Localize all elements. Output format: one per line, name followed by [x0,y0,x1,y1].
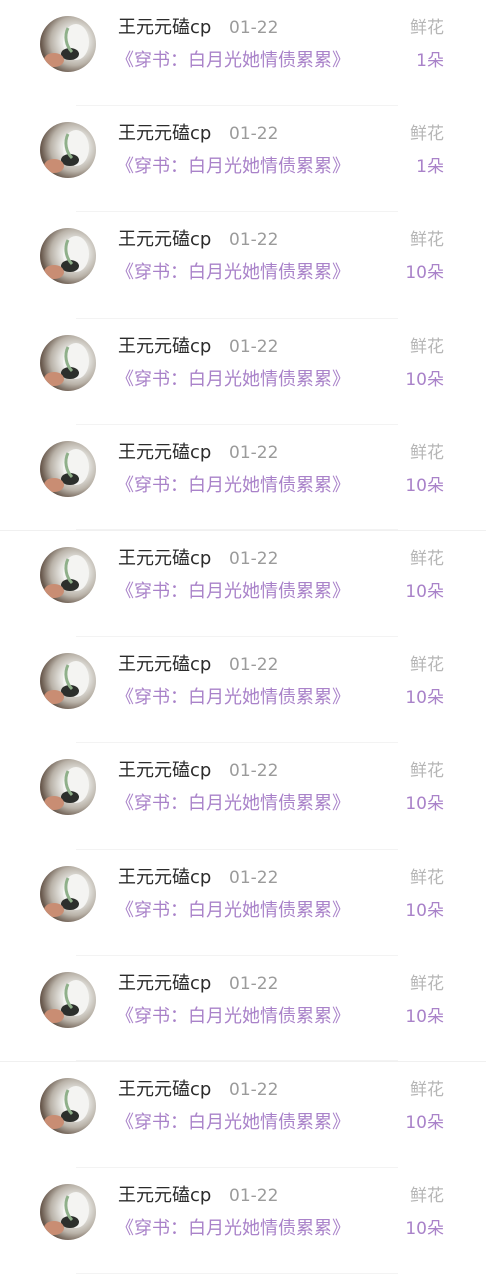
avatar[interactable] [40,971,96,1028]
gift-date: 01-22 [229,655,279,676]
avatar[interactable] [40,228,96,285]
gift-count: 10朵 [405,900,444,921]
gift-type-label: 鲜花 [410,867,444,888]
user-name: 王元元磕cp [118,972,212,994]
list-item[interactable]: 王元元磕cp 01-22 鲜花 《穿书：白月光她情债累累》 1朵 [0,106,486,213]
book-title-link[interactable]: 《穿书：白月光她情债累累》 [116,1005,350,1029]
book-title-link[interactable]: 《穿书：白月光她情债累累》 [116,899,350,923]
list-item[interactable]: 王元元磕cp 01-22 鲜花 《穿书：白月光她情债累累》 10朵 [0,425,486,531]
gift-count: 10朵 [405,688,444,709]
row-divider [76,1059,398,1061]
list-item[interactable]: 王元元磕cp 01-22 鲜花 《穿书：白月光她情债累累》 10朵 [0,850,486,956]
list-item[interactable]: 王元元磕cp 01-22 鲜花 《穿书：白月光她情债累累》 1朵 [0,0,486,107]
gift-type-label: 鲜花 [410,1186,444,1207]
user-name: 王元元磕cp [118,441,212,463]
gift-count: 10朵 [405,369,444,390]
book-title-link[interactable]: 《穿书：白月光她情债累累》 [116,792,350,816]
gift-record-list: 王元元磕cp 01-22 鲜花 《穿书：白月光她情债累累》 1朵 王元元磕cp … [0,0,486,1280]
gift-type-label: 鲜花 [410,973,444,994]
gift-type-label: 鲜花 [410,442,444,463]
gift-count: 10朵 [405,475,444,496]
avatar[interactable] [40,1184,96,1241]
list-item[interactable]: 王元元磕cp 01-22 鲜花 《穿书：白月光她情债累累》 10朵 [0,1062,486,1169]
gift-count: 10朵 [405,794,444,815]
book-title-link[interactable]: 《穿书：白月光她情债累累》 [116,261,350,285]
user-name: 王元元磕cp [118,866,212,888]
gift-count: 10朵 [405,1219,444,1240]
list-item[interactable]: 王元元磕cp 01-22 鲜花 《穿书：白月光她情债累累》 10朵 [0,212,486,319]
gift-date: 01-22 [229,548,279,569]
gift-type-label: 鲜花 [410,18,444,38]
list-item[interactable]: 王元元磕cp 01-22 鲜花 《穿书：白月光她情债累累》 10朵 [0,531,486,638]
list-item[interactable]: 王元元磕cp 01-22 鲜花 《穿书：白月光她情债累累》 10朵 [0,637,486,744]
avatar[interactable] [40,440,96,497]
book-title-link[interactable]: 《穿书：白月光她情债累累》 [116,686,350,710]
avatar[interactable] [40,1077,96,1134]
list-item[interactable]: 王元元磕cp 01-22 鲜花 《穿书：白月光她情债累累》 10朵 [0,956,486,1062]
user-name: 王元元磕cp [118,17,212,38]
gift-date: 01-22 [229,1186,279,1207]
book-title-link[interactable]: 《穿书：白月光她情债累累》 [116,474,350,498]
gift-date: 01-22 [229,973,279,994]
gift-date: 01-22 [229,336,279,357]
gift-count: 1朵 [416,51,444,71]
list-item[interactable]: 王元元磕cp 01-22 鲜花 《穿书：白月光她情债累累》 10朵 [0,743,486,850]
gift-date: 01-22 [229,18,279,38]
gift-count: 10朵 [405,1112,444,1133]
avatar[interactable] [40,16,96,72]
gift-count: 10朵 [405,1006,444,1027]
gift-count: 10朵 [405,581,444,602]
user-name: 王元元磕cp [118,335,212,357]
gift-count: 10朵 [405,263,444,284]
book-title-link[interactable]: 《穿书：白月光她情债累累》 [116,49,350,73]
gift-type-label: 鲜花 [410,1079,444,1100]
gift-date: 01-22 [229,442,279,463]
book-title-link[interactable]: 《穿书：白月光她情债累累》 [116,1111,350,1135]
row-divider [76,1273,398,1275]
book-title-link[interactable]: 《穿书：白月光她情债累累》 [116,580,350,604]
user-name: 王元元磕cp [118,1078,212,1100]
row-divider [76,528,398,530]
gift-date: 01-22 [229,761,279,782]
user-name: 王元元磕cp [118,654,212,676]
gift-count: 1朵 [416,157,444,178]
gift-type-label: 鲜花 [410,124,444,145]
avatar[interactable] [40,865,96,922]
avatar[interactable] [40,546,96,603]
list-item[interactable]: 王元元磕cp 01-22 鲜花 《穿书：白月光她情债累累》 10朵 [0,1168,486,1275]
gift-date: 01-22 [229,124,279,145]
gift-type-label: 鲜花 [410,548,444,569]
book-title-link[interactable]: 《穿书：白月光她情债累累》 [116,368,350,392]
book-title-link[interactable]: 《穿书：白月光她情债累累》 [116,1217,350,1241]
user-name: 王元元磕cp [118,229,212,251]
avatar[interactable] [40,122,96,179]
gift-type-label: 鲜花 [410,761,444,782]
gift-date: 01-22 [229,230,279,251]
gift-date: 01-22 [229,1079,279,1100]
avatar[interactable] [40,334,96,391]
gift-type-label: 鲜花 [410,655,444,676]
user-name: 王元元磕cp [118,547,212,569]
list-item[interactable]: 王元元磕cp 01-22 鲜花 《穿书：白月光她情债累累》 10朵 [0,319,486,425]
book-title-link[interactable]: 《穿书：白月光她情债累累》 [116,155,350,179]
gift-type-label: 鲜花 [410,336,444,357]
user-name: 王元元磕cp [118,1185,212,1207]
gift-date: 01-22 [229,867,279,888]
user-name: 王元元磕cp [118,760,212,782]
gift-type-label: 鲜花 [410,230,444,251]
avatar[interactable] [40,653,96,710]
avatar[interactable] [40,759,96,816]
user-name: 王元元磕cp [118,123,212,145]
